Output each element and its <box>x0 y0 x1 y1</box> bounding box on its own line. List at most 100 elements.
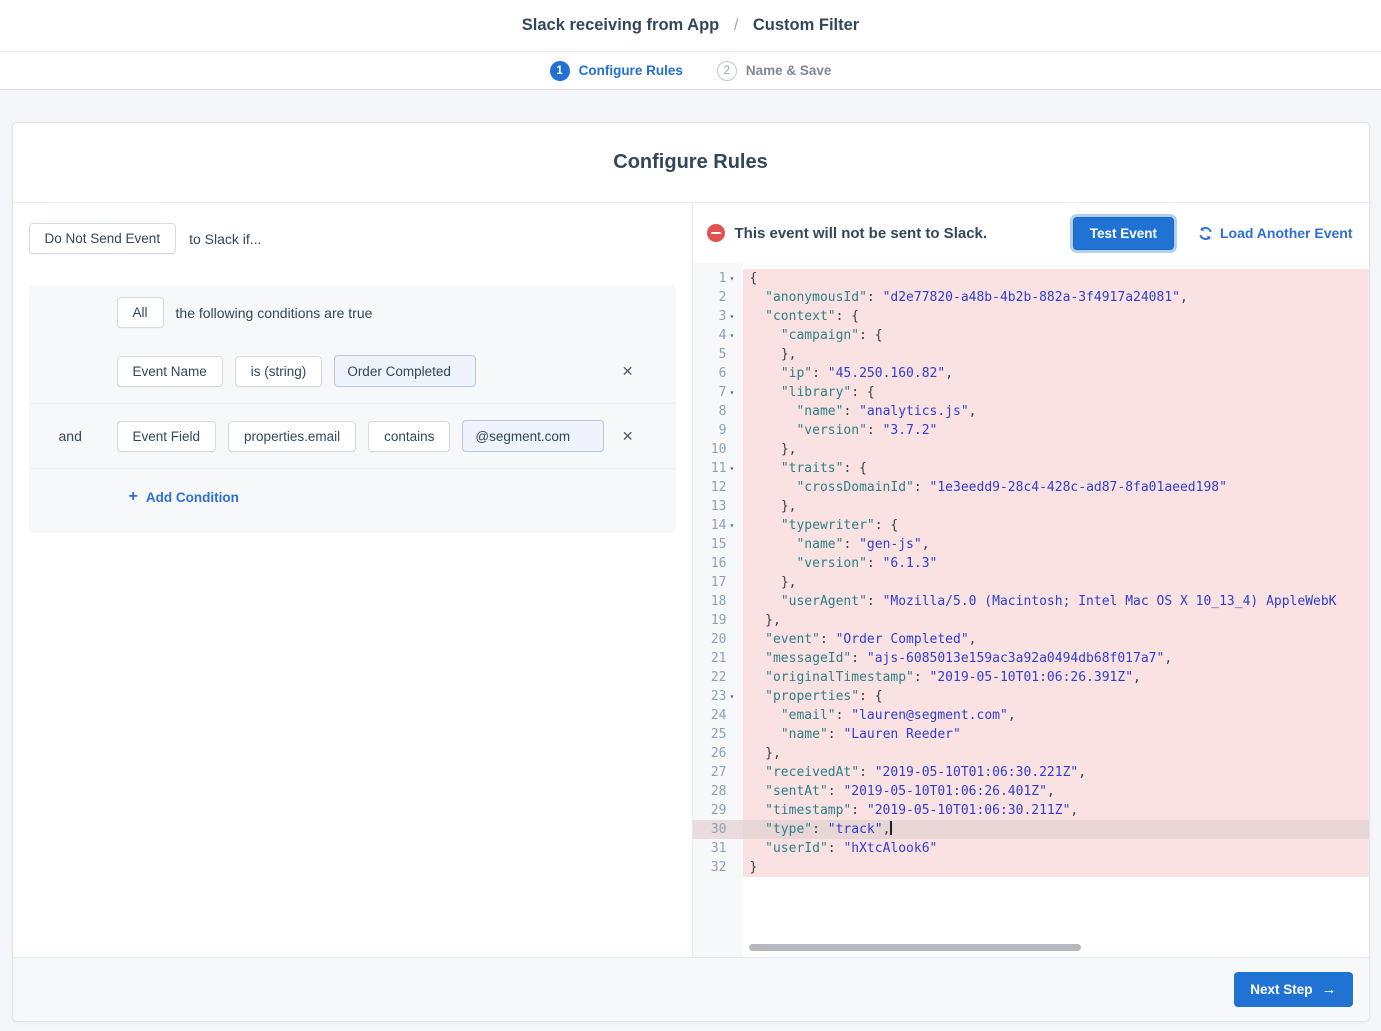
line-number: 25 <box>693 725 730 744</box>
code-line[interactable]: "version": "3.7.2" <box>743 421 1369 440</box>
condition-field-select[interactable]: is (string) <box>235 356 323 387</box>
remove-condition-button[interactable]: ✕ <box>622 364 634 378</box>
code-line[interactable]: "library": { <box>743 383 1369 402</box>
line-number: 9 <box>693 421 730 440</box>
code-line[interactable]: "type": "track", <box>743 820 1369 839</box>
code-line[interactable]: "version": "6.1.3" <box>743 554 1369 573</box>
load-another-event-label: Load Another Event <box>1220 225 1353 241</box>
condition-field-select[interactable]: Event Name <box>117 356 223 387</box>
add-condition-label: Add Condition <box>146 490 239 505</box>
line-number: 29 <box>693 801 730 820</box>
code-line[interactable]: "anonymousId": "d2e77820-a48b-4b2b-882a-… <box>743 288 1369 307</box>
code-line[interactable]: "email": "lauren@segment.com", <box>743 706 1369 725</box>
gutter-row: 13 <box>693 497 743 516</box>
json-editor[interactable]: 1▾23▾4▾567▾891011▾121314▾151617181920212… <box>693 263 1369 957</box>
code-line[interactable]: "sentAt": "2019-05-10T01:06:26.401Z", <box>743 782 1369 801</box>
fold-toggle-icon[interactable]: ▾ <box>730 687 743 706</box>
code-line[interactable]: }, <box>743 440 1369 459</box>
gutter-row: 31 <box>693 839 743 858</box>
line-number: 18 <box>693 592 730 611</box>
test-event-button[interactable]: Test Event <box>1073 217 1174 250</box>
code-line[interactable]: "properties": { <box>743 687 1369 706</box>
breadcrumb-separator: / <box>734 17 738 34</box>
gutter-row: 7▾ <box>693 383 743 402</box>
close-icon: ✕ <box>622 363 634 379</box>
code-line[interactable]: "traits": { <box>743 459 1369 478</box>
condition-field-select[interactable]: Event Field <box>117 421 217 452</box>
gutter-row: 17 <box>693 573 743 592</box>
condition-group: All the following conditions are true Ev… <box>29 286 676 533</box>
fold-toggle-icon[interactable]: ▾ <box>730 326 743 345</box>
match-type-select[interactable]: All <box>117 297 164 328</box>
code-line[interactable]: "name": "Lauren Reeder" <box>743 725 1369 744</box>
line-number: 13 <box>693 497 730 516</box>
code-line[interactable]: }, <box>743 345 1369 364</box>
code-line[interactable]: "userId": "hXtcAlook6" <box>743 839 1369 858</box>
code-line[interactable]: "campaign": { <box>743 326 1369 345</box>
fold-toggle-icon[interactable]: ▾ <box>730 516 743 535</box>
editor-gutter: 1▾23▾4▾567▾891011▾121314▾151617181920212… <box>693 263 743 957</box>
conjunction-label: and <box>29 428 117 444</box>
code-line[interactable]: }, <box>743 611 1369 630</box>
line-number: 14 <box>693 516 730 535</box>
code-line[interactable]: "ip": "45.250.160.82", <box>743 364 1369 383</box>
code-line[interactable]: }, <box>743 497 1369 516</box>
breadcrumb: Slack receiving from App / Custom Filter <box>522 16 859 35</box>
gutter-row: 20 <box>693 630 743 649</box>
match-type-text: the following conditions are true <box>176 305 373 321</box>
line-number: 31 <box>693 839 730 858</box>
arrow-right-icon: → <box>1322 982 1337 997</box>
plus-icon: + <box>129 488 138 506</box>
code-line[interactable]: "timestamp": "2019-05-10T01:06:30.211Z", <box>743 801 1369 820</box>
filter-status-text: This event will not be sent to Slack. <box>735 225 988 242</box>
gutter-row: 32 <box>693 858 743 877</box>
fold-toggle-icon[interactable]: ▾ <box>730 383 743 402</box>
fold-toggle-icon[interactable]: ▾ <box>730 307 743 326</box>
horizontal-scrollbar[interactable] <box>749 944 1081 951</box>
condition-value-input[interactable] <box>462 420 604 452</box>
code-line[interactable]: }, <box>743 744 1369 763</box>
refresh-icon <box>1198 226 1213 241</box>
condition-field-select[interactable]: contains <box>368 421 450 452</box>
line-number: 16 <box>693 554 730 573</box>
step-configure-rules[interactable]: 1 Configure Rules <box>550 61 683 81</box>
gutter-row: 10 <box>693 440 743 459</box>
fold-toggle-icon[interactable]: ▾ <box>730 459 743 478</box>
line-number: 8 <box>693 402 730 421</box>
code-line[interactable]: "crossDomainId": "1e3eedd9-28c4-428c-ad8… <box>743 478 1369 497</box>
gutter-row: 16 <box>693 554 743 573</box>
gutter-row: 27 <box>693 763 743 782</box>
step-name-save[interactable]: 2 Name & Save <box>717 61 832 81</box>
breadcrumb-page: Custom Filter <box>753 16 859 34</box>
code-line[interactable]: "messageId": "ajs-6085013e159ac3a92a0494… <box>743 649 1369 668</box>
next-step-label: Next Step <box>1250 982 1312 997</box>
text-cursor <box>890 821 892 835</box>
code-line[interactable]: "name": "gen-js", <box>743 535 1369 554</box>
fold-toggle-icon[interactable]: ▾ <box>730 269 743 288</box>
filter-action-select[interactable]: Do Not Send Event <box>29 223 177 254</box>
code-line[interactable]: }, <box>743 573 1369 592</box>
code-line[interactable]: { <box>743 269 1369 288</box>
code-line[interactable]: } <box>743 858 1369 877</box>
remove-condition-button[interactable]: ✕ <box>622 429 634 443</box>
gutter-row: 1▾ <box>693 269 743 288</box>
code-line[interactable]: "userAgent": "Mozilla/5.0 (Macintosh; In… <box>743 592 1369 611</box>
code-line[interactable]: "typewriter": { <box>743 516 1369 535</box>
add-condition-button[interactable]: + Add Condition <box>129 488 239 506</box>
condition-value-input[interactable] <box>334 355 476 387</box>
code-line[interactable]: "name": "analytics.js", <box>743 402 1369 421</box>
code-line[interactable]: "event": "Order Completed", <box>743 630 1369 649</box>
next-step-button[interactable]: Next Step → <box>1234 972 1352 1007</box>
condition-field-select[interactable]: properties.email <box>228 421 356 452</box>
configure-rules-card: Configure Rules Do Not Send Event to Sla… <box>12 122 1370 1022</box>
load-another-event-button[interactable]: Load Another Event <box>1198 225 1353 241</box>
gutter-row: 3▾ <box>693 307 743 326</box>
gutter-row: 9 <box>693 421 743 440</box>
condition-row: andEvent Field properties.email contains ✕ <box>29 403 676 468</box>
gutter-row: 6 <box>693 364 743 383</box>
code-line[interactable]: "originalTimestamp": "2019-05-10T01:06:2… <box>743 668 1369 687</box>
gutter-row: 25 <box>693 725 743 744</box>
gutter-row: 15 <box>693 535 743 554</box>
code-line[interactable]: "context": { <box>743 307 1369 326</box>
code-line[interactable]: "receivedAt": "2019-05-10T01:06:30.221Z"… <box>743 763 1369 782</box>
